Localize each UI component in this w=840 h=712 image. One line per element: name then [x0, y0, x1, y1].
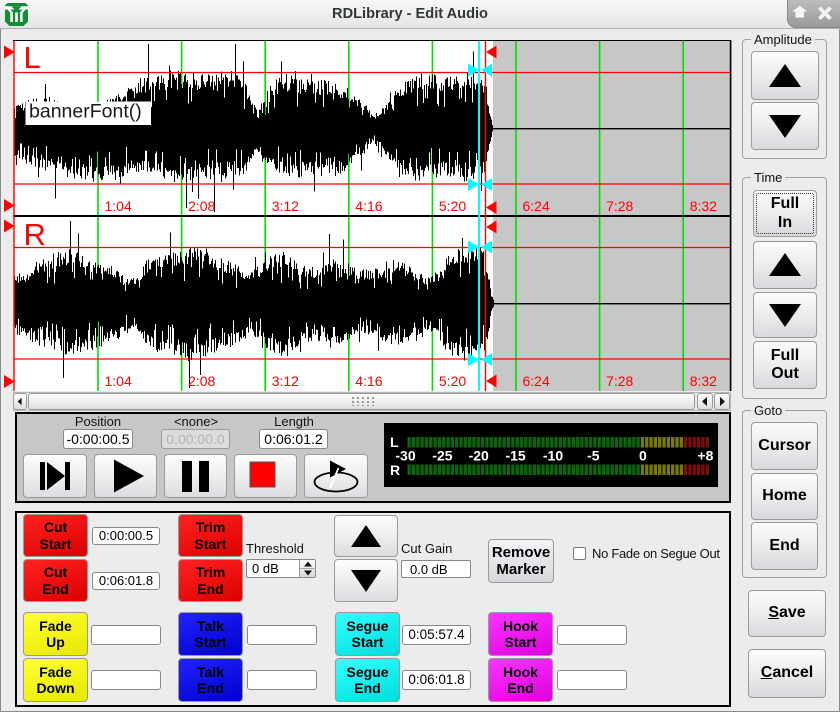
svg-text:-5: -5 — [587, 448, 600, 464]
svg-text:-10: -10 — [543, 448, 563, 464]
svg-text:-25: -25 — [432, 448, 452, 464]
svg-text:-15: -15 — [505, 448, 525, 464]
svg-text:-30: -30 — [395, 448, 415, 464]
svg-text:+8: +8 — [697, 448, 713, 464]
svg-text:-20: -20 — [469, 448, 489, 464]
svg-text:0: 0 — [639, 448, 647, 464]
svg-text:R: R — [390, 462, 400, 478]
